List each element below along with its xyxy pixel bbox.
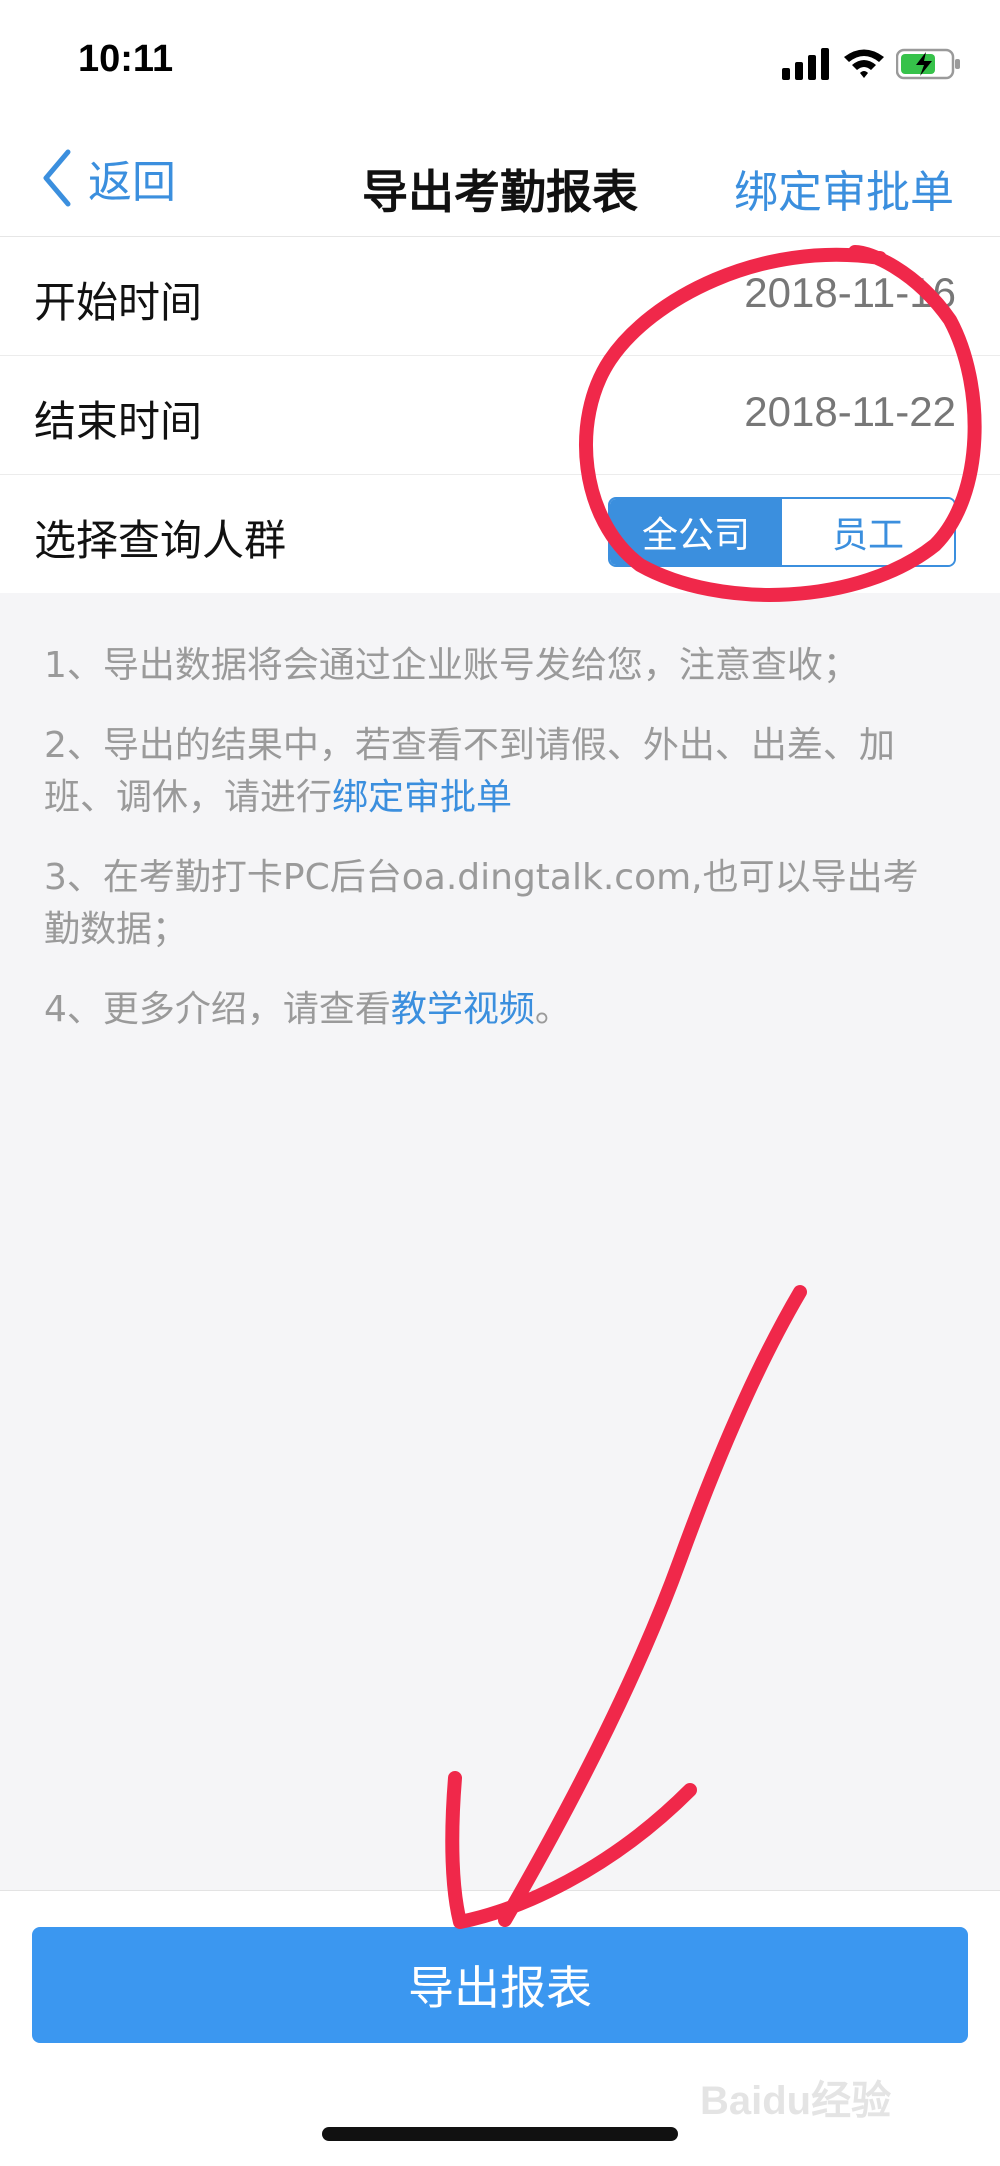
back-button[interactable]: 返回 bbox=[40, 148, 176, 208]
note-4-text: 4、更多介绍，请查看 bbox=[44, 989, 391, 1030]
start-time-row[interactable]: 开始时间 2018-11-16 bbox=[0, 237, 1000, 356]
bind-approval-link[interactable]: 绑定审批单 bbox=[332, 777, 512, 818]
end-time-value[interactable]: 2018-11-22 bbox=[744, 388, 956, 436]
note-4-end: 。 bbox=[534, 989, 571, 1030]
tutorial-video-link[interactable]: 教学视频 bbox=[391, 989, 535, 1030]
note-1: 1、导出数据将会通过企业账号发给您，注意查收； bbox=[44, 645, 859, 686]
export-report-button[interactable]: 导出报表 bbox=[32, 1927, 968, 2043]
start-time-value[interactable]: 2018-11-16 bbox=[744, 269, 956, 317]
group-segmented-control: 全公司 员工 bbox=[608, 497, 956, 567]
note-4: 4、更多介绍，请查看教学视频。 bbox=[44, 984, 944, 1036]
notes: 1、导出数据将会通过企业账号发给您，注意查收； 2、导出的结果中，若查看不到请假… bbox=[44, 640, 944, 1064]
note-2: 2、导出的结果中，若查看不到请假、外出、出差、加班、调休，请进行绑定审批单 bbox=[44, 720, 944, 824]
home-indicator bbox=[322, 2127, 678, 2141]
back-chevron-icon bbox=[43, 149, 71, 207]
start-time-label: 开始时间 bbox=[34, 278, 203, 327]
status-time: 10:11 bbox=[78, 38, 174, 80]
signal-icon bbox=[782, 48, 829, 80]
group-label: 选择查询人群 bbox=[34, 516, 287, 565]
export-form: 开始时间 2018-11-16 结束时间 2018-11-22 选择查询人群 全… bbox=[0, 237, 1000, 593]
end-time-row[interactable]: 结束时间 2018-11-22 bbox=[0, 356, 1000, 475]
nav-bar: 返回 导出考勤报表 绑定审批单 bbox=[0, 120, 1000, 237]
group-row: 选择查询人群 全公司 员工 bbox=[0, 475, 1000, 593]
annotation-arrow-shaft bbox=[498, 1285, 807, 1927]
battery-charging-icon bbox=[896, 48, 960, 80]
end-time-label: 结束时间 bbox=[34, 397, 203, 446]
watermark-text: Baidu经验 bbox=[700, 2079, 891, 2123]
bind-approval-button[interactable]: 绑定审批单 bbox=[734, 156, 954, 220]
back-label: 返回 bbox=[88, 157, 176, 208]
segment-company[interactable]: 全公司 bbox=[610, 499, 782, 565]
wifi-icon bbox=[844, 49, 884, 78]
watermark-logo: Baidu经验 bbox=[700, 2079, 891, 2123]
note-3: 3、在考勤打卡PC后台oa.dingtalk.com,也可以导出考勤数据； bbox=[44, 857, 919, 950]
status-bar: 10:11 bbox=[0, 0, 1000, 120]
segment-employee[interactable]: 员工 bbox=[782, 499, 954, 565]
